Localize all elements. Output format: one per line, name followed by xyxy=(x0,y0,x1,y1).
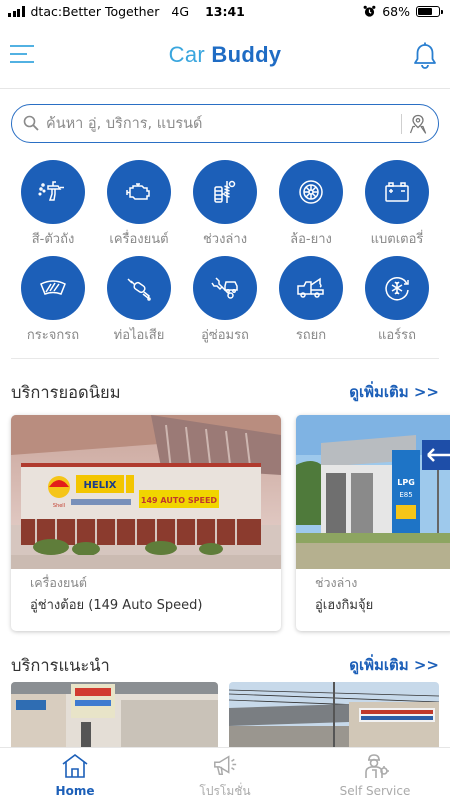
sign-shop: 149 AUTO SPEED xyxy=(141,496,218,505)
recommended-section-header: บริการแนะนำ ดูเพิ่มเติม >> xyxy=(11,653,439,677)
category-paint-body[interactable]: สี-ตัวถัง xyxy=(10,160,96,247)
tire-icon xyxy=(299,180,323,204)
card-shop-name: อู่เฮงกิมจุ้ย xyxy=(315,598,374,613)
nav-label: โปรโมชั่น xyxy=(199,784,251,798)
nav-label: Home xyxy=(55,784,95,798)
search-bar xyxy=(11,104,439,143)
category-circle xyxy=(365,160,429,224)
status-bar: dtac:Better Together 4G 13:41 68% xyxy=(0,0,450,24)
category-label: แบตเตอรี่ xyxy=(370,232,424,247)
alarm-icon xyxy=(363,5,376,17)
app-title: Car Buddy xyxy=(0,42,450,68)
category-label: ล้อ-ยาง xyxy=(290,232,332,247)
service-card[interactable]: Shell HELIX 149 AUTO SPEED เครื่องยนต์ อ… xyxy=(11,415,281,631)
search-divider xyxy=(401,114,402,134)
category-circle xyxy=(279,256,343,320)
category-circle xyxy=(107,256,171,320)
category-circle xyxy=(193,160,257,224)
service-card[interactable]: LPG E85 ช่วงล่าง อู่เฮงกิมจุ้ย xyxy=(296,415,450,631)
nav-self-service[interactable]: Self Service xyxy=(300,748,450,800)
recommended-see-more-link[interactable]: ดูเพิ่มเติม >> xyxy=(349,653,439,677)
nav-label: Self Service xyxy=(339,784,411,798)
app-header: Car Buddy xyxy=(0,34,450,78)
category-label: รถยก xyxy=(295,328,327,343)
search-input[interactable] xyxy=(46,111,396,137)
sign-lpg: LPG xyxy=(397,478,415,487)
section-divider xyxy=(11,358,439,359)
category-circle xyxy=(21,256,85,320)
shop-photo-image: Shell HELIX 149 AUTO SPEED xyxy=(11,415,281,569)
card-category: เครื่องยนต์ xyxy=(30,575,87,590)
megaphone-icon xyxy=(214,755,237,776)
shop-photo-image xyxy=(229,682,439,752)
app-title-buddy: Buddy xyxy=(211,42,282,67)
exhaust-pipe-icon xyxy=(127,278,151,301)
repair-shop-icon xyxy=(211,277,238,299)
category-suspension[interactable]: ช่วงล่าง xyxy=(182,160,268,247)
category-circle xyxy=(107,160,171,224)
category-label: ช่วงล่าง xyxy=(202,232,248,247)
category-tow-truck[interactable]: รถยก xyxy=(268,256,354,343)
sign-brand: Shell xyxy=(53,503,65,509)
map-pin-icon[interactable] xyxy=(409,114,427,134)
category-grid: สี-ตัวถัง เครื่องยนต์ ช่วงล่าง ล้อ-ยาง แ… xyxy=(10,160,440,343)
shop-photo: Shell HELIX 149 AUTO SPEED xyxy=(11,415,281,569)
battery-icon xyxy=(385,182,409,202)
bottom-navigation: Home โปรโมชั่น Self Service xyxy=(0,747,450,800)
category-exhaust[interactable]: ท่อไอเสีย xyxy=(96,256,182,343)
category-circle xyxy=(21,160,85,224)
category-label: สี-ตัวถัง xyxy=(31,232,75,247)
card-shop-name: อู่ช่างต้อย (149 Auto Speed) xyxy=(30,598,203,613)
popular-section-title: บริการยอดนิยม xyxy=(11,383,121,402)
shop-photo-image xyxy=(11,682,218,752)
recommended-section-title: บริการแนะนำ xyxy=(11,656,110,675)
tow-truck-icon xyxy=(297,277,324,298)
air-conditioner-icon xyxy=(385,277,409,301)
popular-section-header: บริการยอดนิยม ดูเพิ่มเติม >> xyxy=(11,380,439,404)
recommended-card[interactable] xyxy=(229,682,439,752)
windshield-icon xyxy=(40,280,66,295)
nav-promotions[interactable]: โปรโมชั่น xyxy=(150,748,300,800)
shop-photo: LPG E85 xyxy=(296,415,450,569)
category-circle xyxy=(193,256,257,320)
category-label: แอร์รถ xyxy=(377,328,417,343)
popular-see-more-link[interactable]: ดูเพิ่มเติม >> xyxy=(349,380,439,404)
category-repair-shop[interactable]: อู่ซ่อมรถ xyxy=(182,256,268,343)
category-windshield[interactable]: กระจกรถ xyxy=(10,256,96,343)
category-air-conditioner[interactable]: แอร์รถ xyxy=(354,256,440,343)
category-circle xyxy=(279,160,343,224)
spray-gun-icon xyxy=(38,181,64,201)
battery-percent: 68% xyxy=(382,4,410,19)
header-divider xyxy=(0,88,450,89)
home-icon xyxy=(62,754,88,778)
category-label: ท่อไอเสีย xyxy=(113,328,165,343)
card-category: ช่วงล่าง xyxy=(315,575,358,590)
status-right: 68% xyxy=(363,4,443,19)
battery-icon xyxy=(416,6,443,17)
search-icon xyxy=(23,115,39,131)
category-tire[interactable]: ล้อ-ยาง xyxy=(268,160,354,247)
category-battery[interactable]: แบตเตอรี่ xyxy=(354,160,440,247)
nav-home[interactable]: Home xyxy=(0,748,150,800)
category-circle xyxy=(365,256,429,320)
battery-fill xyxy=(418,8,432,15)
category-engine[interactable]: เครื่องยนต์ xyxy=(96,160,182,247)
app-title-car: Car xyxy=(168,42,205,67)
category-label: เครื่องยนต์ xyxy=(109,232,169,247)
engine-icon xyxy=(126,183,150,200)
category-label: อู่ซ่อมรถ xyxy=(201,328,249,343)
shop-photo-image: LPG E85 xyxy=(296,415,450,569)
bell-icon[interactable] xyxy=(412,42,438,70)
category-label: กระจกรถ xyxy=(26,328,80,343)
sign-helix: HELIX xyxy=(83,480,116,491)
suspension-icon xyxy=(214,180,236,203)
sign-code: E85 xyxy=(399,491,412,499)
mechanic-icon xyxy=(365,754,389,778)
recommended-card[interactable] xyxy=(11,682,218,752)
